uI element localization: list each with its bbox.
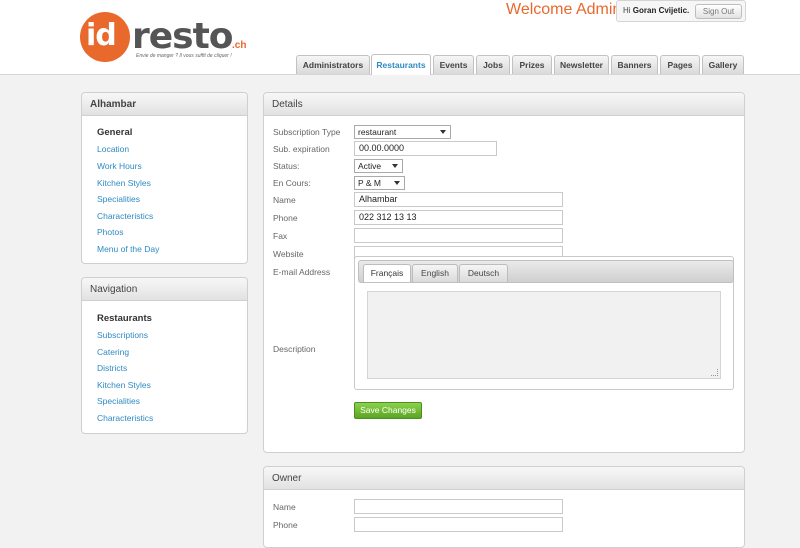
- phone-input[interactable]: 022 312 13 13: [354, 210, 563, 225]
- name-input[interactable]: Alhambar: [354, 192, 563, 207]
- nav-item-characteristics[interactable]: Characteristics: [97, 413, 153, 423]
- tab-deutsch[interactable]: Deutsch: [459, 264, 508, 282]
- status-value: Active: [358, 161, 382, 171]
- description-textarea[interactable]: [367, 291, 721, 379]
- chevron-down-icon: [394, 181, 400, 185]
- owner-panel: Owner Name Phone: [263, 466, 745, 548]
- status-label: Status:: [273, 161, 300, 171]
- subscription-type-value: restaurant: [358, 127, 397, 137]
- navigation-panel: Navigation Restaurants Subscriptions Cat…: [81, 277, 248, 434]
- idresto-logo[interactable]: id resto .ch Envie de manger ? Il vous s…: [80, 12, 260, 62]
- en-cours-value: P & M: [358, 178, 381, 188]
- sub-expiration-label: Sub. expiration: [273, 144, 330, 154]
- owner-name-label: Name: [273, 502, 296, 512]
- sidebar-item-location[interactable]: Location: [97, 144, 129, 154]
- site-header: id resto .ch Envie de manger ? Il vous s…: [0, 0, 800, 75]
- sidebar-item-general[interactable]: General: [97, 127, 132, 138]
- nav-item-kitchen-styles[interactable]: Kitchen Styles: [97, 380, 151, 390]
- tab-administrators[interactable]: Administrators: [296, 55, 370, 74]
- chevron-down-icon: [392, 164, 398, 168]
- tab-english[interactable]: English: [412, 264, 458, 282]
- tab-events[interactable]: Events: [433, 55, 474, 74]
- resize-grip-icon[interactable]: [711, 369, 718, 376]
- language-tab-bar: Français English Deutsch: [358, 260, 734, 283]
- phone-label: Phone: [273, 213, 298, 223]
- user-name: Goran Cvijetic.: [632, 6, 690, 15]
- sidebar-item-menu-of-the-day[interactable]: Menu of the Day: [97, 244, 159, 254]
- details-panel-title: Details: [264, 93, 744, 116]
- sidebar-item-kitchen-styles[interactable]: Kitchen Styles: [97, 178, 151, 188]
- logo-id-text: id: [86, 18, 117, 53]
- navigation-panel-title: Navigation: [82, 278, 247, 301]
- tab-francais[interactable]: Français: [363, 264, 411, 282]
- nav-item-specialities[interactable]: Specialities: [97, 396, 140, 406]
- restaurant-panel-title: Alhambar: [82, 93, 247, 116]
- subscription-type-label: Subscription Type: [273, 127, 341, 137]
- restaurant-menu-panel: Alhambar General Location Work Hours Kit…: [81, 92, 248, 264]
- name-label: Name: [273, 195, 296, 205]
- user-greeting: Hi Goran Cvijetic.: [623, 6, 689, 15]
- fax-input[interactable]: [354, 228, 563, 243]
- description-editor: Français English Deutsch: [354, 256, 734, 390]
- sidebar-item-specialities[interactable]: Specialities: [97, 194, 140, 204]
- tab-restaurants[interactable]: Restaurants: [371, 54, 431, 75]
- owner-name-input[interactable]: [354, 499, 563, 514]
- tab-newsletter[interactable]: Newsletter: [554, 55, 609, 74]
- sidebar-item-work-hours[interactable]: Work Hours: [97, 161, 142, 171]
- en-cours-label: En Cours:: [273, 178, 311, 188]
- details-panel: Details Subscription Type restaurant Sub…: [263, 92, 745, 453]
- logo-tld: .ch: [232, 40, 247, 51]
- user-box: Hi Goran Cvijetic. Sign Out: [616, 0, 746, 22]
- sidebar-item-characteristics[interactable]: Characteristics: [97, 211, 153, 221]
- sign-out-button[interactable]: Sign Out: [695, 4, 742, 19]
- owner-panel-title: Owner: [264, 467, 744, 490]
- logo-tagline: Envie de manger ? Il vous suffit de cliq…: [136, 53, 232, 59]
- tab-pages[interactable]: Pages: [660, 55, 700, 74]
- description-label: Description: [273, 344, 316, 354]
- subscription-type-select[interactable]: restaurant: [354, 125, 451, 139]
- nav-item-restaurants[interactable]: Restaurants: [97, 313, 152, 324]
- sub-expiration-input[interactable]: 00.00.0000: [354, 141, 497, 156]
- chevron-down-icon: [440, 130, 446, 134]
- status-select[interactable]: Active: [354, 159, 403, 173]
- email-label: E-mail Address: [273, 267, 331, 277]
- logo-word: resto: [132, 16, 234, 57]
- tab-banners[interactable]: Banners: [611, 55, 658, 74]
- en-cours-select[interactable]: P & M: [354, 176, 405, 190]
- nav-item-catering[interactable]: Catering: [97, 347, 129, 357]
- sidebar-item-photos[interactable]: Photos: [97, 227, 123, 237]
- owner-phone-label: Phone: [273, 520, 298, 530]
- website-label: Website: [273, 249, 304, 259]
- nav-item-districts[interactable]: Districts: [97, 363, 127, 373]
- tab-prizes[interactable]: Prizes: [512, 55, 552, 74]
- save-changes-button[interactable]: Save Changes: [354, 402, 422, 419]
- nav-item-subscriptions[interactable]: Subscriptions: [97, 330, 148, 340]
- tab-jobs[interactable]: Jobs: [476, 55, 510, 74]
- welcome-text: Welcome Admin:: [506, 1, 626, 18]
- tab-gallery[interactable]: Gallery: [702, 55, 744, 74]
- owner-phone-input[interactable]: [354, 517, 563, 532]
- fax-label: Fax: [273, 231, 288, 241]
- greeting-prefix: Hi: [623, 6, 631, 15]
